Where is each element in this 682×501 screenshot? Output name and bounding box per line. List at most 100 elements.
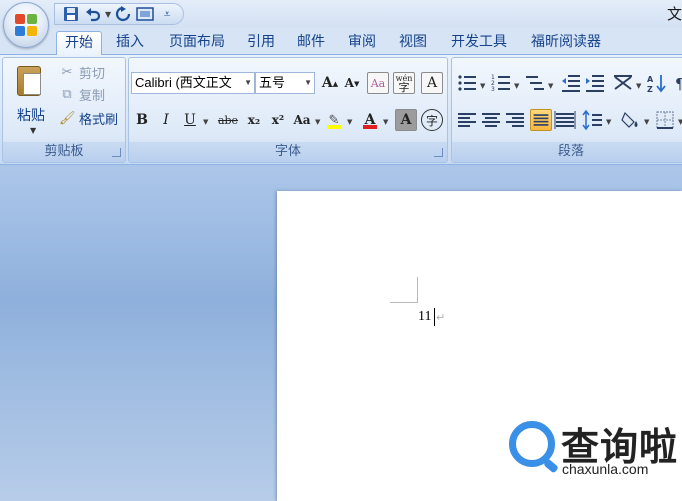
align-right-icon[interactable] <box>504 109 526 131</box>
italic-button[interactable]: I <box>155 109 177 131</box>
phonetic-guide-char: 字 <box>398 81 410 94</box>
scissors-icon: ✂ <box>61 64 73 80</box>
decrease-indent-icon[interactable] <box>560 72 582 94</box>
title-bar: ▼ ⩡ 文 <box>0 0 682 28</box>
tab-foxit-reader[interactable]: 福昕阅读器 <box>523 31 609 55</box>
asian-layout-dropdown-icon[interactable]: ▼ <box>636 82 641 90</box>
clipboard-group: 粘贴 ▼ ✂ 剪切 ⧉ 复制 🖌 格式刷 剪贴板 . <box>2 57 126 163</box>
borders-icon[interactable] <box>654 109 676 131</box>
office-button[interactable] <box>3 2 49 48</box>
watermark-logo-icon <box>509 421 555 467</box>
subscript-button[interactable]: x₂ <box>243 109 265 131</box>
document-text[interactable]: 11 <box>418 309 431 325</box>
font-color-dropdown-icon[interactable]: ▼ <box>383 118 388 126</box>
paste-button[interactable]: 粘贴 ▼ <box>5 60 53 140</box>
text-cursor <box>434 308 435 326</box>
shrink-font-glyph: A <box>344 76 354 90</box>
change-case-dropdown-icon[interactable]: ▼ <box>315 118 320 126</box>
clear-format-button[interactable]: Aa <box>367 72 389 94</box>
print-preview-icon[interactable] <box>135 5 155 23</box>
save-icon[interactable] <box>61 5 81 23</box>
margin-corner-mark <box>390 277 418 303</box>
font-name-combo[interactable]: Calibri (西文正文 ▼ <box>131 72 255 94</box>
font-size-value: 五号 <box>259 75 286 90</box>
tab-review[interactable]: 审阅 <box>341 31 383 55</box>
font-group-label: 字体 <box>129 142 447 162</box>
line-spacing-dropdown-icon[interactable]: ▼ <box>606 118 611 126</box>
bold-button[interactable]: B <box>131 109 153 131</box>
copy-button[interactable]: ⧉ 复制 <box>59 84 105 104</box>
numbering-dropdown-icon[interactable]: ▼ <box>514 82 519 90</box>
shading-icon[interactable] <box>620 109 642 131</box>
show-marks-icon[interactable]: ¶ <box>672 72 682 94</box>
character-border-glyph: A <box>426 75 438 91</box>
svg-text:A: A <box>647 75 654 84</box>
ribbon: 粘贴 ▼ ✂ 剪切 ⧉ 复制 🖌 格式刷 剪贴板 . Calibri (西文正文… <box>0 55 682 165</box>
grow-font-button[interactable]: A ▲ <box>319 72 341 94</box>
shading-dropdown-icon[interactable]: ▼ <box>644 118 649 126</box>
underline-button[interactable]: U <box>179 109 201 131</box>
paragraph-mark: ↵ <box>436 311 446 324</box>
distributed-icon[interactable] <box>554 109 576 131</box>
strikethrough-button[interactable]: abe <box>215 109 241 131</box>
svg-text:Z: Z <box>647 85 653 94</box>
increase-indent-icon[interactable] <box>584 72 606 94</box>
shrink-font-button[interactable]: A ▼ <box>341 72 363 94</box>
line-spacing-icon[interactable] <box>582 109 604 131</box>
undo-icon[interactable] <box>83 5 103 23</box>
borders-dropdown-icon[interactable]: ▼ <box>678 118 682 126</box>
clear-format-icon: Aa <box>370 76 386 90</box>
format-painter-icon: 🖌 <box>59 110 76 126</box>
tab-mailings[interactable]: 邮件 <box>290 31 332 55</box>
superscript-button[interactable]: x² <box>267 109 289 131</box>
font-name-value: Calibri (西文正文 <box>135 75 232 90</box>
paragraph-group-label: 段落 <box>452 142 682 162</box>
paste-dropdown-icon: ▼ <box>30 126 37 135</box>
highlight-button[interactable]: ✎ <box>323 109 345 131</box>
underline-dropdown-icon[interactable]: ▼ <box>203 118 208 126</box>
character-border-button[interactable]: A <box>421 72 443 94</box>
align-left-icon[interactable] <box>456 109 478 131</box>
highlight-dropdown-icon[interactable]: ▼ <box>347 118 352 126</box>
tab-insert[interactable]: 插入 <box>108 31 152 55</box>
tab-home[interactable]: 开始 <box>56 31 102 55</box>
cut-button[interactable]: ✂ 剪切 <box>59 62 105 82</box>
font-color-button[interactable]: A <box>359 109 381 131</box>
format-painter-button[interactable]: 🖌 格式刷 <box>59 108 118 128</box>
svg-text:¶: ¶ <box>675 75 682 93</box>
tab-developer[interactable]: 开发工具 <box>444 31 514 55</box>
window-title: 文 <box>666 5 682 23</box>
tab-references[interactable]: 引用 <box>240 31 282 55</box>
clipboard-dialog-launcher-icon[interactable]: . <box>112 148 121 157</box>
asian-layout-icon[interactable] <box>612 72 634 94</box>
font-size-combo[interactable]: 五号 ▼ <box>255 72 315 94</box>
justify-icon[interactable] <box>530 109 552 131</box>
bullets-icon[interactable] <box>456 72 478 94</box>
format-painter-label: 格式刷 <box>79 112 119 128</box>
font-group: Calibri (西文正文 ▼ 五号 ▼ A ▲ A ▼ Aa wén 字 A B … <box>128 57 448 163</box>
copy-label: 复制 <box>79 88 106 104</box>
numbering-icon[interactable]: 123 <box>490 72 512 94</box>
multilevel-list-icon[interactable] <box>524 72 546 94</box>
font-color-bar <box>363 125 377 129</box>
customize-toolbar-icon[interactable]: ⩡ <box>157 5 177 23</box>
change-case-button[interactable]: Aa <box>291 109 313 131</box>
sort-icon[interactable]: AZ <box>646 72 668 94</box>
clipboard-icon <box>17 66 41 96</box>
font-name-dropdown-icon: ▼ <box>244 78 252 87</box>
tab-page-layout[interactable]: 页面布局 <box>160 31 234 55</box>
align-center-icon[interactable] <box>480 109 502 131</box>
phonetic-guide-button[interactable]: wén 字 <box>393 72 415 94</box>
enclose-characters-button[interactable]: 字 <box>421 109 443 131</box>
redo-icon[interactable] <box>113 5 133 23</box>
cut-label: 剪切 <box>79 66 106 82</box>
character-shading-button[interactable]: A <box>395 109 417 131</box>
watermark-domain: chaxunla.com <box>562 461 649 477</box>
font-dialog-launcher-icon[interactable]: . <box>434 148 443 157</box>
undo-dropdown-icon[interactable]: ▼ <box>105 10 111 19</box>
clipboard-group-label: 剪贴板 <box>3 142 125 162</box>
tab-view[interactable]: 视图 <box>392 31 434 55</box>
quick-access-toolbar: ▼ ⩡ <box>54 3 185 25</box>
multilevel-dropdown-icon[interactable]: ▼ <box>548 82 553 90</box>
bullets-dropdown-icon[interactable]: ▼ <box>480 82 485 90</box>
